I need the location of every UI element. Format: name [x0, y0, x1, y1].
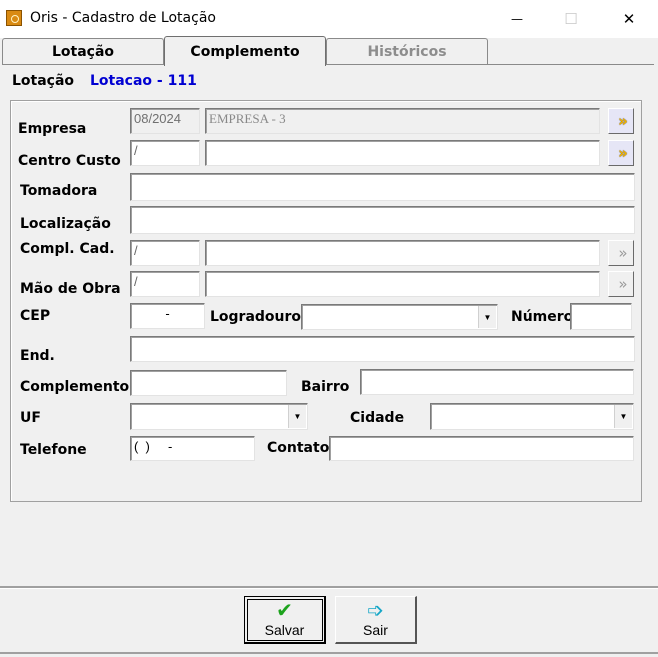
mao-de-obra-code-field[interactable]: / — [130, 271, 200, 297]
double-chevron-right-icon: » — [618, 275, 627, 293]
app-icon — [6, 10, 22, 26]
salvar-label: Salvar — [264, 622, 305, 638]
minimize-icon: — — [511, 12, 523, 26]
cep-label: CEP — [20, 308, 51, 324]
centro-custo-name-field[interactable] — [205, 140, 600, 166]
cidade-dropdown-button[interactable]: ▼ — [614, 405, 632, 428]
lotacao-label: Lotação — [12, 73, 75, 89]
end-field[interactable] — [130, 336, 635, 362]
compl-cad-name-field[interactable] — [205, 240, 600, 266]
sair-button[interactable]: ➩ Sair — [335, 596, 417, 644]
centro-custo-lookup-button[interactable]: » — [608, 140, 634, 166]
triangle-down-icon: ▼ — [619, 412, 628, 421]
double-chevron-right-icon: » — [618, 112, 628, 130]
tab-historicos-label: Históricos — [367, 43, 447, 60]
maximize-button[interactable]: ☐ — [548, 0, 594, 38]
mao-de-obra-label: Mão de Obra — [20, 281, 121, 297]
logradouro-select[interactable]: ▼ — [301, 304, 498, 330]
logradouro-dropdown-button[interactable]: ▼ — [478, 306, 496, 328]
numero-label: Número — [511, 309, 574, 325]
maximize-icon: ☐ — [564, 10, 578, 28]
double-chevron-right-icon: » — [618, 144, 628, 162]
bairro-label: Bairro — [301, 379, 350, 395]
empresa-period-field: 08/2024 — [130, 108, 200, 134]
contato-label: Contato — [267, 440, 330, 456]
uf-dropdown-button[interactable]: ▼ — [288, 405, 306, 428]
complemento-label: Complemento — [20, 379, 130, 395]
empresa-name-field: EMPRESA - 3 — [205, 108, 600, 134]
triangle-down-icon: ▼ — [483, 312, 492, 322]
logradouro-label: Logradouro — [210, 309, 302, 325]
close-button[interactable]: ✕ — [606, 0, 652, 38]
close-icon: ✕ — [622, 10, 636, 28]
tab-complemento[interactable]: Complemento — [164, 36, 326, 66]
localizacao-field[interactable] — [130, 206, 635, 234]
centro-custo-code-field[interactable]: / — [130, 140, 200, 166]
sair-label: Sair — [363, 622, 388, 638]
end-label: End. — [20, 348, 55, 364]
complemento-field[interactable] — [130, 370, 287, 396]
contato-field[interactable] — [329, 436, 634, 461]
cidade-select[interactable]: ▼ — [430, 403, 634, 430]
triangle-down-icon: ▼ — [293, 412, 302, 421]
action-panel — [0, 586, 658, 654]
compl-cad-code-field[interactable]: / — [130, 240, 200, 266]
tomadora-field[interactable] — [130, 173, 635, 201]
tab-lotacao-label: Lotação — [51, 43, 115, 60]
uf-label: UF — [20, 410, 41, 426]
uf-select[interactable]: ▼ — [130, 403, 308, 430]
empresa-lookup-button[interactable]: » — [608, 108, 634, 134]
compl-cad-label: Compl. Cad. — [20, 241, 115, 257]
mao-de-obra-name-field[interactable] — [205, 271, 600, 297]
checkmark-icon: ✔ — [276, 598, 293, 622]
empresa-label: Empresa — [18, 121, 87, 137]
lotacao-value: Lotacao - 111 — [90, 73, 197, 89]
mao-de-obra-lookup-button[interactable]: » — [608, 271, 634, 297]
double-chevron-right-icon: » — [618, 244, 627, 262]
tab-lotacao[interactable]: Lotação — [2, 38, 164, 64]
numero-field[interactable] — [570, 303, 632, 330]
bottom-border — [0, 652, 658, 654]
window-title: Oris - Cadastro de Lotação — [30, 10, 216, 26]
salvar-button[interactable]: ✔ Salvar — [244, 596, 326, 644]
cidade-label: Cidade — [350, 410, 405, 426]
tab-historicos[interactable]: Históricos — [326, 38, 488, 64]
tomadora-label: Tomadora — [20, 183, 98, 199]
minimize-button[interactable]: — — [494, 0, 540, 38]
telefone-field[interactable]: ( ) - — [130, 436, 255, 461]
centro-custo-label: Centro Custo — [18, 153, 121, 169]
localizacao-label: Localização — [20, 216, 111, 232]
tab-complemento-label: Complemento — [190, 43, 300, 60]
compl-cad-lookup-button[interactable]: » — [608, 240, 634, 266]
arrow-right-icon: ➩ — [367, 598, 384, 622]
cep-field[interactable]: - — [130, 303, 205, 329]
telefone-label: Telefone — [20, 442, 87, 458]
bairro-field[interactable] — [360, 369, 634, 395]
